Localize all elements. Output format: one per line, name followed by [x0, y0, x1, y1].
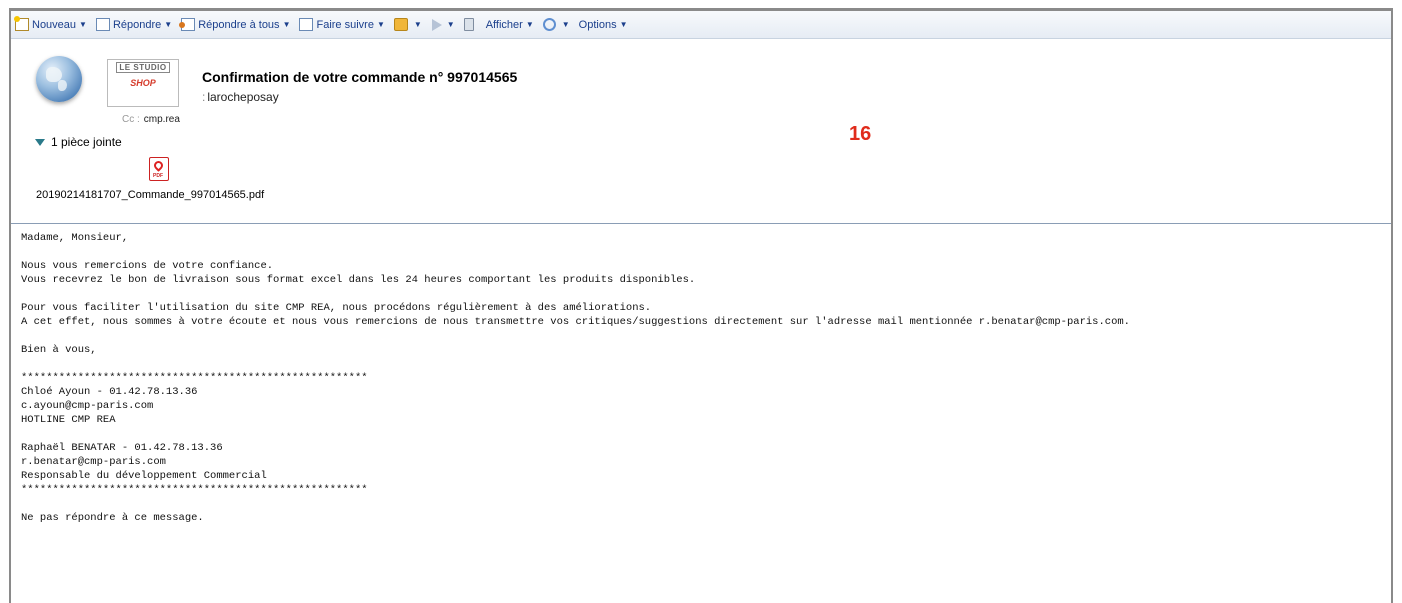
triangle-down-icon — [35, 138, 45, 146]
message-from: : larocheposay — [202, 90, 279, 104]
chevron-down-icon: ▼ — [561, 20, 570, 29]
chevron-down-icon: ▼ — [79, 20, 87, 29]
chevron-down-icon: ▼ — [376, 20, 385, 29]
body-line: Bien à vous, — [21, 344, 97, 356]
reply-all-icon — [179, 18, 196, 31]
chat-icon — [542, 18, 556, 31]
options-label: Options — [578, 18, 617, 31]
globe-avatar-icon — [36, 56, 82, 102]
forward-button[interactable]: Faire suivre ▼ — [299, 18, 385, 31]
body-line: r.benatar@cmp-paris.com — [21, 456, 166, 468]
body-line: HOTLINE CMP REA — [21, 414, 116, 426]
options-button[interactable]: Options ▼ — [579, 19, 628, 31]
body-line: Chloé Ayoun - 01.42.78.13.36 — [21, 386, 198, 398]
body-line: A cet effet, nous sommes à votre écoute … — [21, 316, 1130, 328]
forward-label: Faire suivre — [316, 18, 374, 31]
logo-bottom-text: SHOP — [130, 78, 156, 88]
header-divider — [11, 223, 1391, 224]
new-message-icon — [14, 16, 29, 31]
new-button[interactable]: Nouveau ▼ — [14, 16, 87, 31]
reply-all-label: Répondre à tous — [198, 18, 280, 31]
attachments-label: 1 pièce jointe — [51, 135, 122, 149]
body-line — [21, 427, 1391, 441]
annotation-number: 16 — [849, 123, 872, 145]
sender-logo: LE STUDIO SHOP — [107, 59, 179, 107]
body-line: Vous recevrez le bon de livraison sous f… — [21, 274, 696, 286]
from-value[interactable]: larocheposay — [207, 90, 278, 104]
chevron-down-icon: ▼ — [282, 20, 291, 29]
pdf-file-icon[interactable] — [149, 157, 169, 181]
message-subject: Confirmation de votre commande n° 997014… — [202, 69, 518, 85]
body-line — [21, 287, 1391, 301]
message-header: LE STUDIO SHOP Confirmation de votre com… — [11, 39, 1391, 223]
chevron-down-icon: ▼ — [619, 20, 628, 29]
reply-button[interactable]: Répondre ▼ — [95, 18, 173, 31]
attachment-filename[interactable]: 20190214181707_Commande_997014565.pdf — [36, 189, 264, 201]
trash-icon — [463, 18, 474, 31]
body-line: ****************************************… — [21, 372, 368, 384]
body-line: ****************************************… — [21, 484, 368, 496]
chevron-down-icon: ▼ — [164, 20, 173, 29]
body-line — [21, 497, 1391, 511]
body-line — [21, 329, 1391, 343]
attachments-toggle[interactable]: 1 pièce jointe — [35, 135, 122, 149]
flag-button[interactable]: ▼ — [431, 18, 455, 31]
logo-top-text: LE STUDIO — [116, 62, 170, 73]
folder-icon — [393, 18, 408, 31]
reply-icon — [95, 18, 110, 31]
message-cc: Cc : cmp.rea — [122, 114, 180, 125]
from-separator: : — [202, 90, 206, 104]
body-line: Raphaël BENATAR - 01.42.78.13.36 — [21, 442, 223, 454]
body-line: Pour vous faciliter l'utilisation du sit… — [21, 302, 652, 314]
body-line — [21, 245, 1391, 259]
move-folder-button[interactable]: ▼ — [393, 18, 422, 31]
chat-button[interactable]: ▼ — [542, 18, 570, 31]
body-line: c.ayoun@cmp-paris.com — [21, 400, 154, 412]
reply-label: Répondre — [112, 18, 162, 31]
delete-button[interactable] — [463, 18, 477, 31]
cc-value[interactable]: cmp.rea — [144, 114, 180, 125]
new-label: Nouveau — [32, 18, 77, 31]
body-line: Nous vous remercions de votre confiance. — [21, 260, 274, 272]
body-line: Ne pas répondre à ce message. — [21, 512, 204, 524]
flag-icon — [431, 18, 442, 31]
forward-icon — [299, 18, 314, 31]
body-line: Responsable du développement Commercial — [21, 470, 267, 482]
cc-label: Cc : — [122, 114, 140, 125]
body-line: Madame, Monsieur, — [21, 232, 129, 244]
body-line — [21, 357, 1391, 371]
toolbar: Nouveau ▼ Répondre ▼ Répondre à tous ▼ F… — [11, 11, 1391, 39]
reply-all-button[interactable]: Répondre à tous ▼ — [179, 18, 291, 31]
chevron-down-icon: ▼ — [413, 20, 422, 29]
message-body: Madame, Monsieur, Nous vous remercions de… — [11, 231, 1391, 525]
chevron-down-icon: ▼ — [446, 20, 455, 29]
view-button[interactable]: Afficher ▼ — [486, 19, 534, 31]
email-window: Nouveau ▼ Répondre ▼ Répondre à tous ▼ F… — [9, 8, 1393, 603]
chevron-down-icon: ▼ — [525, 20, 534, 29]
view-label: Afficher — [485, 18, 523, 31]
